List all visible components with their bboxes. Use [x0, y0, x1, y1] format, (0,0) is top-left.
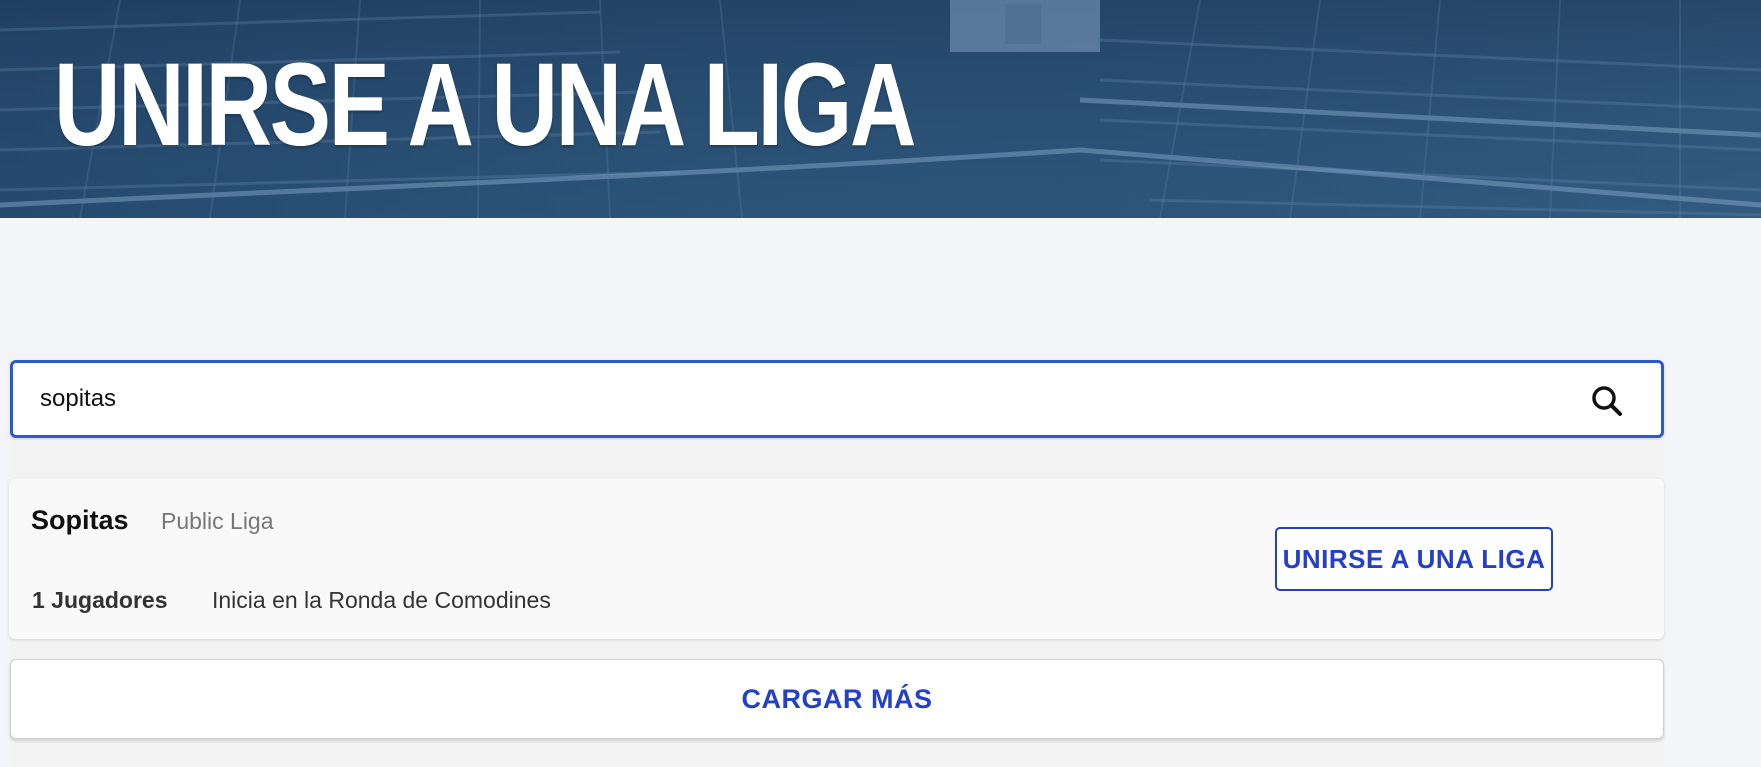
league-type: Public Liga	[161, 508, 274, 534]
league-search-box[interactable]	[10, 360, 1664, 438]
page-title: UNIRSE A UNA LIGA	[54, 39, 917, 171]
search-input[interactable]	[40, 377, 1540, 421]
load-more-button[interactable]: CARGAR MÁS	[10, 659, 1664, 739]
league-player-count: 1 Jugadores	[32, 587, 168, 613]
join-league-button[interactable]: UNIRSE A UNA LIGA	[1275, 527, 1553, 591]
league-result-card: Sopitas Public Liga 1 Jugadores Inicia e…	[9, 479, 1664, 639]
hero-banner: UNIRSE A UNA LIGA	[0, 0, 1761, 218]
search-icon[interactable]	[1589, 383, 1625, 419]
league-start-info: Inicia en la Ronda de Comodines	[212, 587, 551, 613]
league-name: Sopitas	[31, 505, 129, 535]
